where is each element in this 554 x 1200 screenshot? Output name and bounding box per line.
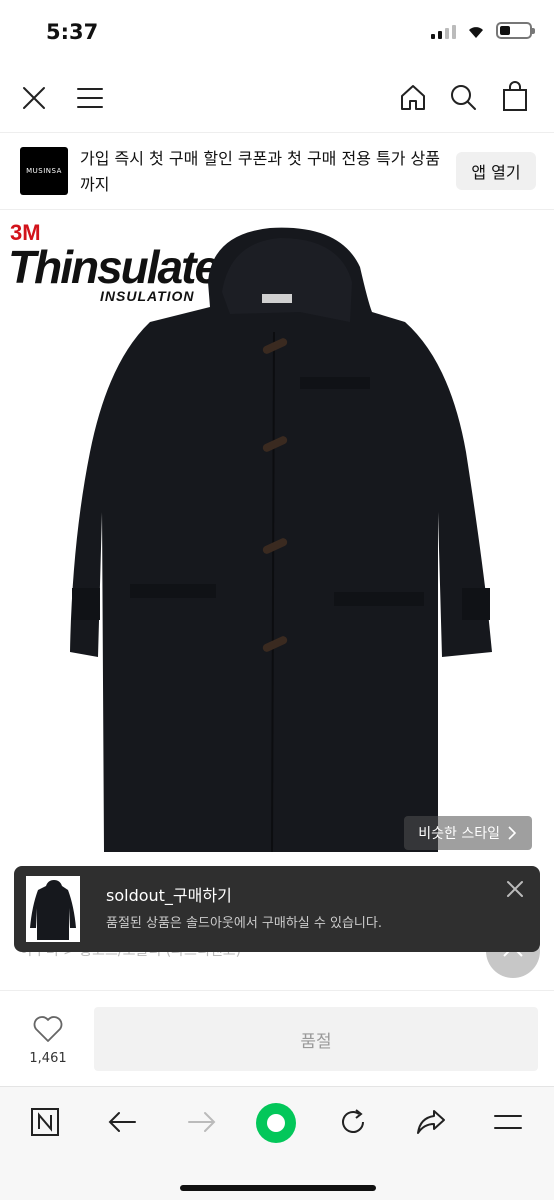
close-icon[interactable]	[18, 82, 50, 114]
musinsa-logo: MUSINSA	[20, 147, 68, 195]
toast-close-icon[interactable]	[504, 878, 526, 900]
soldout-toast[interactable]: soldout_구매하기 품절된 상품은 솔드아웃에서 구매하실 수 있습니다.	[14, 866, 540, 952]
green-dot-icon[interactable]	[254, 1101, 298, 1145]
product-image[interactable]: 3M Thinsulate INSULATION 비슷한 스타일	[0, 212, 554, 872]
toast-body: 품절된 상품은 솔드아웃에서 구매하실 수 있습니다.	[106, 916, 382, 931]
heart-icon	[33, 1016, 63, 1042]
menu-icon[interactable]	[72, 82, 108, 114]
soldout-button[interactable]: 품절	[94, 1007, 538, 1071]
home-icon[interactable]	[396, 80, 430, 114]
shopping-bag-icon[interactable]	[498, 78, 532, 114]
home-indicator	[180, 1185, 376, 1191]
toast-thumbnail	[26, 876, 80, 942]
forward-icon[interactable]	[184, 1105, 220, 1139]
reload-icon[interactable]	[336, 1105, 370, 1139]
browser-menu-icon[interactable]	[490, 1105, 526, 1139]
duffle-coat-image	[70, 227, 492, 853]
browser-toolbar	[0, 1086, 554, 1200]
status-bar: 5:37	[0, 0, 554, 66]
similar-style-label: 비슷한 스타일	[418, 826, 500, 842]
toast-title: soldout_구매하기	[106, 886, 232, 905]
purchase-action-bar: 1,461 품절	[0, 990, 554, 1086]
naver-icon[interactable]	[28, 1105, 62, 1139]
open-app-button[interactable]: 앱 열기	[456, 152, 536, 190]
back-icon[interactable]	[104, 1105, 140, 1139]
banner-text: 가입 즉시 첫 구매 할인 쿠폰과 첫 구매 전용 특가 상품 까지	[80, 149, 440, 194]
battery-icon	[496, 22, 535, 39]
status-icons	[431, 22, 535, 39]
app-install-banner: MUSINSA 가입 즉시 첫 구매 할인 쿠폰과 첫 구매 전용 특가 상품 …	[0, 132, 554, 210]
share-icon[interactable]	[414, 1105, 448, 1139]
like-count: 1,461	[29, 1051, 67, 1066]
nav-bar	[0, 66, 554, 130]
wifi-icon	[469, 26, 483, 38]
chevron-right-icon	[508, 826, 516, 840]
search-icon[interactable]	[446, 80, 480, 114]
status-time: 5:37	[46, 20, 99, 44]
signal-icon	[431, 23, 456, 39]
similar-style-button[interactable]: 비슷한 스타일	[404, 816, 532, 850]
like-button[interactable]: 1,461	[20, 1015, 76, 1066]
